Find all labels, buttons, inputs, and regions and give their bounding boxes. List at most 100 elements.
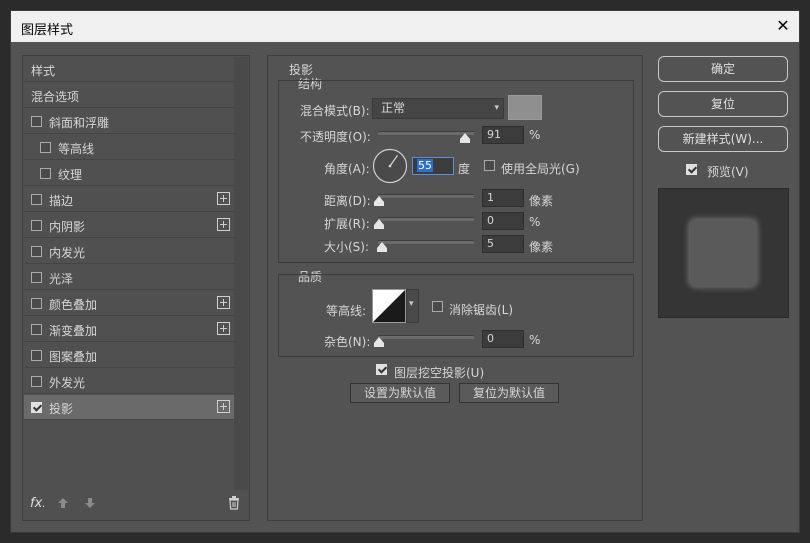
- add-effect-icon[interactable]: [217, 296, 230, 309]
- move-up-icon[interactable]: [57, 497, 69, 509]
- style-item[interactable]: 样式: [24, 57, 234, 82]
- distance-unit: 像素: [529, 194, 554, 208]
- style-item-label: 外发光: [49, 376, 86, 390]
- ok-button[interactable]: 确定: [658, 56, 788, 82]
- angle-unit: 度: [458, 162, 471, 176]
- style-item[interactable]: 图案叠加: [24, 343, 234, 368]
- size-slider-track[interactable]: [378, 240, 474, 244]
- knockout-label[interactable]: 图层挖空投影(U): [394, 364, 484, 381]
- distance-slider-track[interactable]: [378, 194, 474, 198]
- drop-shadow-panel: 投影 结构 混合模式(B): 正常 ▾ 不透明度(O): 91 % 角度(A):…: [267, 55, 643, 521]
- spread-slider-track[interactable]: [378, 217, 474, 221]
- style-item-label: 内发光: [49, 246, 86, 260]
- noise-slider-track[interactable]: [378, 335, 474, 339]
- noise-label: 杂色(N):: [324, 335, 371, 349]
- blend-mode-select[interactable]: 正常 ▾: [372, 98, 504, 119]
- global-light-checkbox[interactable]: [484, 160, 495, 171]
- style-item[interactable]: 纹理: [24, 161, 234, 186]
- chevron-down-icon: ▾: [494, 103, 499, 113]
- size-unit: 像素: [529, 240, 554, 254]
- style-item[interactable]: 内阴影: [24, 213, 234, 238]
- close-icon[interactable]: ✕: [773, 16, 793, 36]
- contour-dropdown[interactable]: ▾: [406, 289, 419, 323]
- style-item[interactable]: 渐变叠加: [24, 317, 234, 342]
- style-item[interactable]: 投影: [24, 395, 234, 420]
- styles-list-panel: 样式混合选项斜面和浮雕等高线纹理 描边内阴影内发光光泽颜色叠加渐变叠加图案叠加外发…: [22, 55, 250, 521]
- add-effect-icon[interactable]: [217, 218, 230, 231]
- add-effect-icon[interactable]: [217, 192, 230, 205]
- style-item-label: 颜色叠加: [49, 298, 98, 312]
- style-item[interactable]: 外发光: [24, 369, 234, 394]
- global-light-label[interactable]: 使用全局光(G): [501, 160, 580, 177]
- blend-mode-label: 混合模式(B):: [300, 104, 370, 118]
- style-item-label: 光泽: [49, 272, 74, 286]
- style-item-label: 斜面和浮雕: [49, 116, 110, 130]
- style-item-label: 混合选项: [31, 90, 80, 104]
- style-item[interactable]: 等高线: [24, 135, 234, 160]
- fx-button[interactable]: fx.: [30, 496, 45, 511]
- noise-unit: %: [529, 333, 541, 347]
- style-item-checkbox[interactable]: [40, 168, 51, 179]
- angle-dial[interactable]: [372, 148, 408, 184]
- style-item[interactable]: 斜面和浮雕: [24, 109, 234, 134]
- new-style-button[interactable]: 新建样式(W)...: [658, 126, 788, 152]
- style-item-checkbox[interactable]: [31, 350, 42, 361]
- opacity-label: 不透明度(O):: [300, 130, 371, 144]
- title-bar: 图层样式 ✕: [11, 11, 799, 42]
- add-effect-icon[interactable]: [217, 400, 230, 413]
- style-item-checkbox[interactable]: [31, 272, 42, 283]
- angle-label: 角度(A):: [324, 162, 370, 176]
- style-item-checkbox[interactable]: [40, 142, 51, 153]
- style-item[interactable]: 混合选项: [24, 83, 234, 108]
- style-item-checkbox[interactable]: [31, 116, 42, 127]
- opacity-unit: %: [529, 128, 541, 142]
- style-item[interactable]: 内发光: [24, 239, 234, 264]
- style-item[interactable]: 描边: [24, 187, 234, 212]
- antialias-label[interactable]: 消除锯齿(L): [449, 301, 513, 318]
- preview-checkbox[interactable]: [686, 164, 697, 175]
- style-item-checkbox[interactable]: [31, 402, 42, 413]
- reset-default-button[interactable]: 复位为默认值: [459, 383, 559, 403]
- spread-label: 扩展(R):: [324, 217, 370, 231]
- style-item[interactable]: 光泽: [24, 265, 234, 290]
- preview-box: [658, 188, 789, 318]
- trash-icon[interactable]: [228, 496, 240, 510]
- preview-swatch: [690, 220, 756, 286]
- style-item-label: 等高线: [58, 142, 95, 156]
- contour-label: 等高线:: [326, 304, 367, 318]
- knockout-checkbox[interactable]: [376, 364, 387, 375]
- move-down-icon[interactable]: [84, 497, 96, 509]
- style-item-checkbox[interactable]: [31, 194, 42, 205]
- dialog-title: 图层样式: [21, 23, 74, 38]
- distance-input[interactable]: 1: [482, 189, 524, 207]
- shadow-color-swatch[interactable]: [508, 95, 542, 120]
- distance-label: 距离(D):: [324, 194, 371, 208]
- style-item-label: 渐变叠加: [49, 324, 98, 338]
- angle-input[interactable]: 55: [412, 157, 454, 175]
- styles-list-footer: fx.: [23, 490, 249, 520]
- style-item-label: 投影: [49, 402, 74, 416]
- antialias-checkbox[interactable]: [432, 301, 443, 312]
- preview-label[interactable]: 预览(V): [707, 163, 749, 180]
- spread-unit: %: [529, 215, 541, 229]
- style-item-checkbox[interactable]: [31, 324, 42, 335]
- chevron-down-icon: ▾: [409, 299, 414, 309]
- opacity-input[interactable]: 91: [482, 126, 524, 144]
- add-effect-icon[interactable]: [217, 322, 230, 335]
- style-item-label: 内阴影: [49, 220, 86, 234]
- spread-input[interactable]: 0: [482, 212, 524, 230]
- style-item-checkbox[interactable]: [31, 298, 42, 309]
- angle-value: 55: [417, 159, 433, 172]
- reset-button[interactable]: 复位: [658, 91, 788, 117]
- layer-style-dialog: 图层样式 ✕ 样式混合选项斜面和浮雕等高线纹理 描边内阴影内发光光泽颜色叠加渐变叠…: [10, 10, 800, 533]
- set-default-button[interactable]: 设置为默认值: [350, 383, 450, 403]
- contour-preview[interactable]: [372, 289, 406, 323]
- size-input[interactable]: 5: [482, 235, 524, 253]
- style-item[interactable]: 颜色叠加: [24, 291, 234, 316]
- style-item-checkbox[interactable]: [31, 246, 42, 257]
- styles-list-scrollbar[interactable]: [234, 57, 248, 490]
- style-item-checkbox[interactable]: [31, 220, 42, 231]
- style-item-checkbox[interactable]: [31, 376, 42, 387]
- style-item-label: 样式: [31, 64, 56, 78]
- noise-input[interactable]: 0: [482, 330, 524, 348]
